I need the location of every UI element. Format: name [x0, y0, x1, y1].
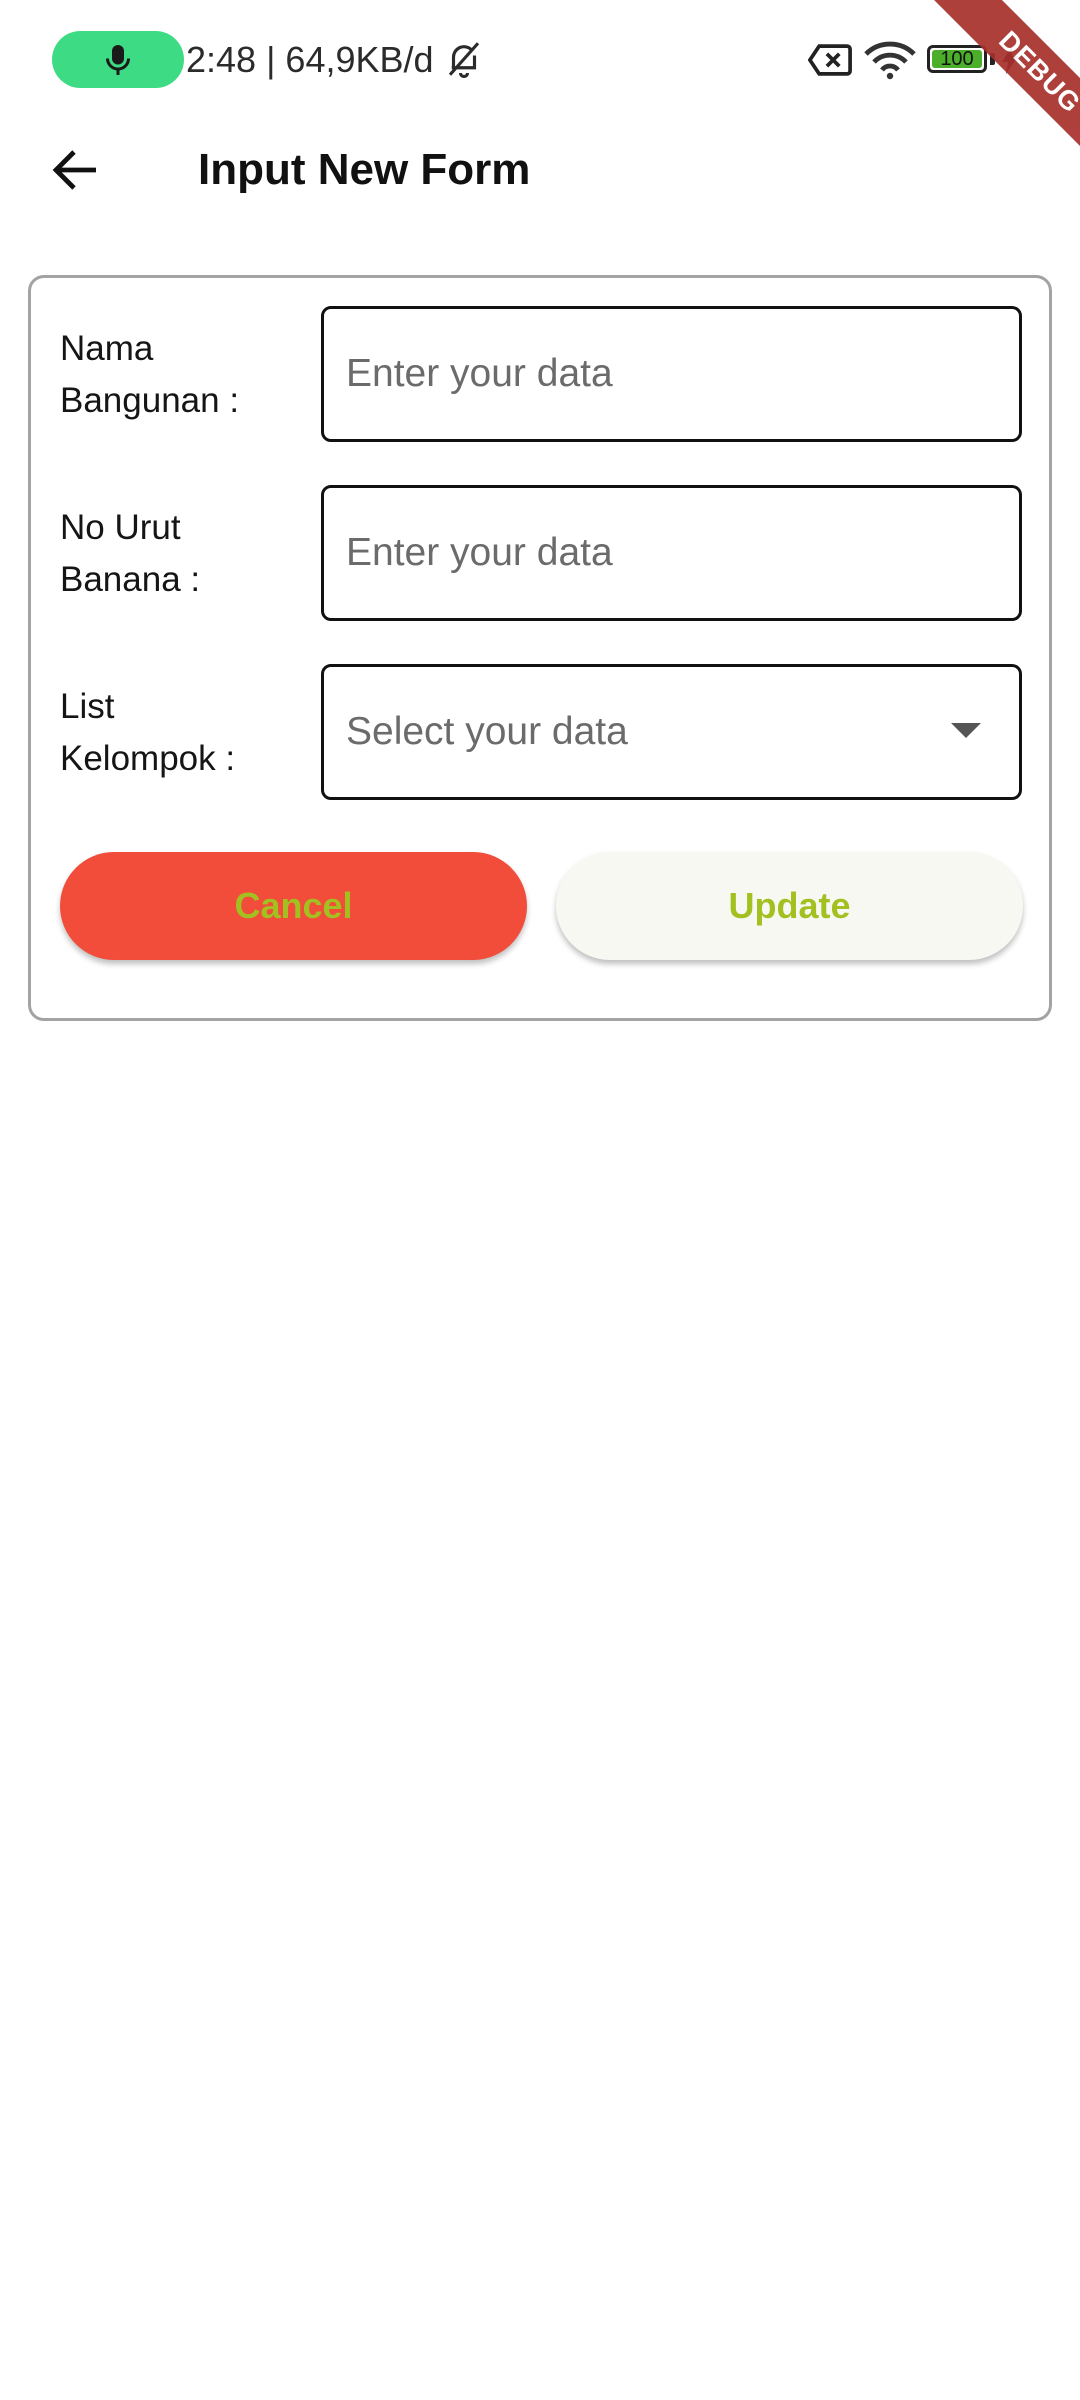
wifi-icon	[864, 41, 916, 80]
no-urut-banana-input[interactable]	[324, 488, 1019, 618]
page-title: Input New Form	[198, 145, 531, 194]
update-button[interactable]: Update	[556, 852, 1023, 960]
label-line: Kelompok :	[60, 739, 236, 778]
nama-bangunan-field[interactable]	[321, 306, 1022, 442]
sim-off-icon	[808, 44, 852, 76]
back-button[interactable]	[36, 140, 116, 200]
label-line: Banana :	[60, 560, 201, 599]
screen: 2:48 | 64,9KB/d 100 DEBUG Input New Form…	[0, 0, 1080, 2400]
label-line: Bangunan :	[60, 381, 240, 420]
battery-level: 100	[940, 48, 974, 70]
label-no-urut-banana: No Urut Banana :	[60, 502, 290, 606]
chevron-down-icon	[951, 723, 981, 738]
form-card: Nama Bangunan : No Urut Banana : List Ke…	[28, 275, 1052, 1021]
arrow-left-icon	[52, 150, 96, 190]
bell-off-icon	[448, 42, 480, 79]
mic-indicator[interactable]	[52, 31, 184, 88]
label-list-kelompok: List Kelompok :	[60, 681, 290, 785]
label-line: No Urut	[60, 508, 181, 547]
nama-bangunan-input[interactable]	[324, 309, 1019, 439]
dropdown-placeholder: Select your data	[346, 710, 628, 753]
app-bar: Input New Form	[0, 120, 1080, 220]
status-bar: 2:48 | 64,9KB/d 100 DEBUG	[0, 0, 1080, 188]
label-line: Nama	[60, 329, 154, 368]
no-urut-banana-field[interactable]	[321, 485, 1022, 621]
label-line: List	[60, 687, 115, 726]
battery-icon: 100	[927, 45, 987, 73]
list-kelompok-dropdown[interactable]: Select your data	[321, 664, 1022, 800]
mic-icon	[106, 45, 130, 75]
label-nama-bangunan: Nama Bangunan :	[60, 323, 290, 427]
cancel-button[interactable]: Cancel	[60, 852, 527, 960]
status-time-speed: 2:48 | 64,9KB/d	[186, 39, 434, 80]
